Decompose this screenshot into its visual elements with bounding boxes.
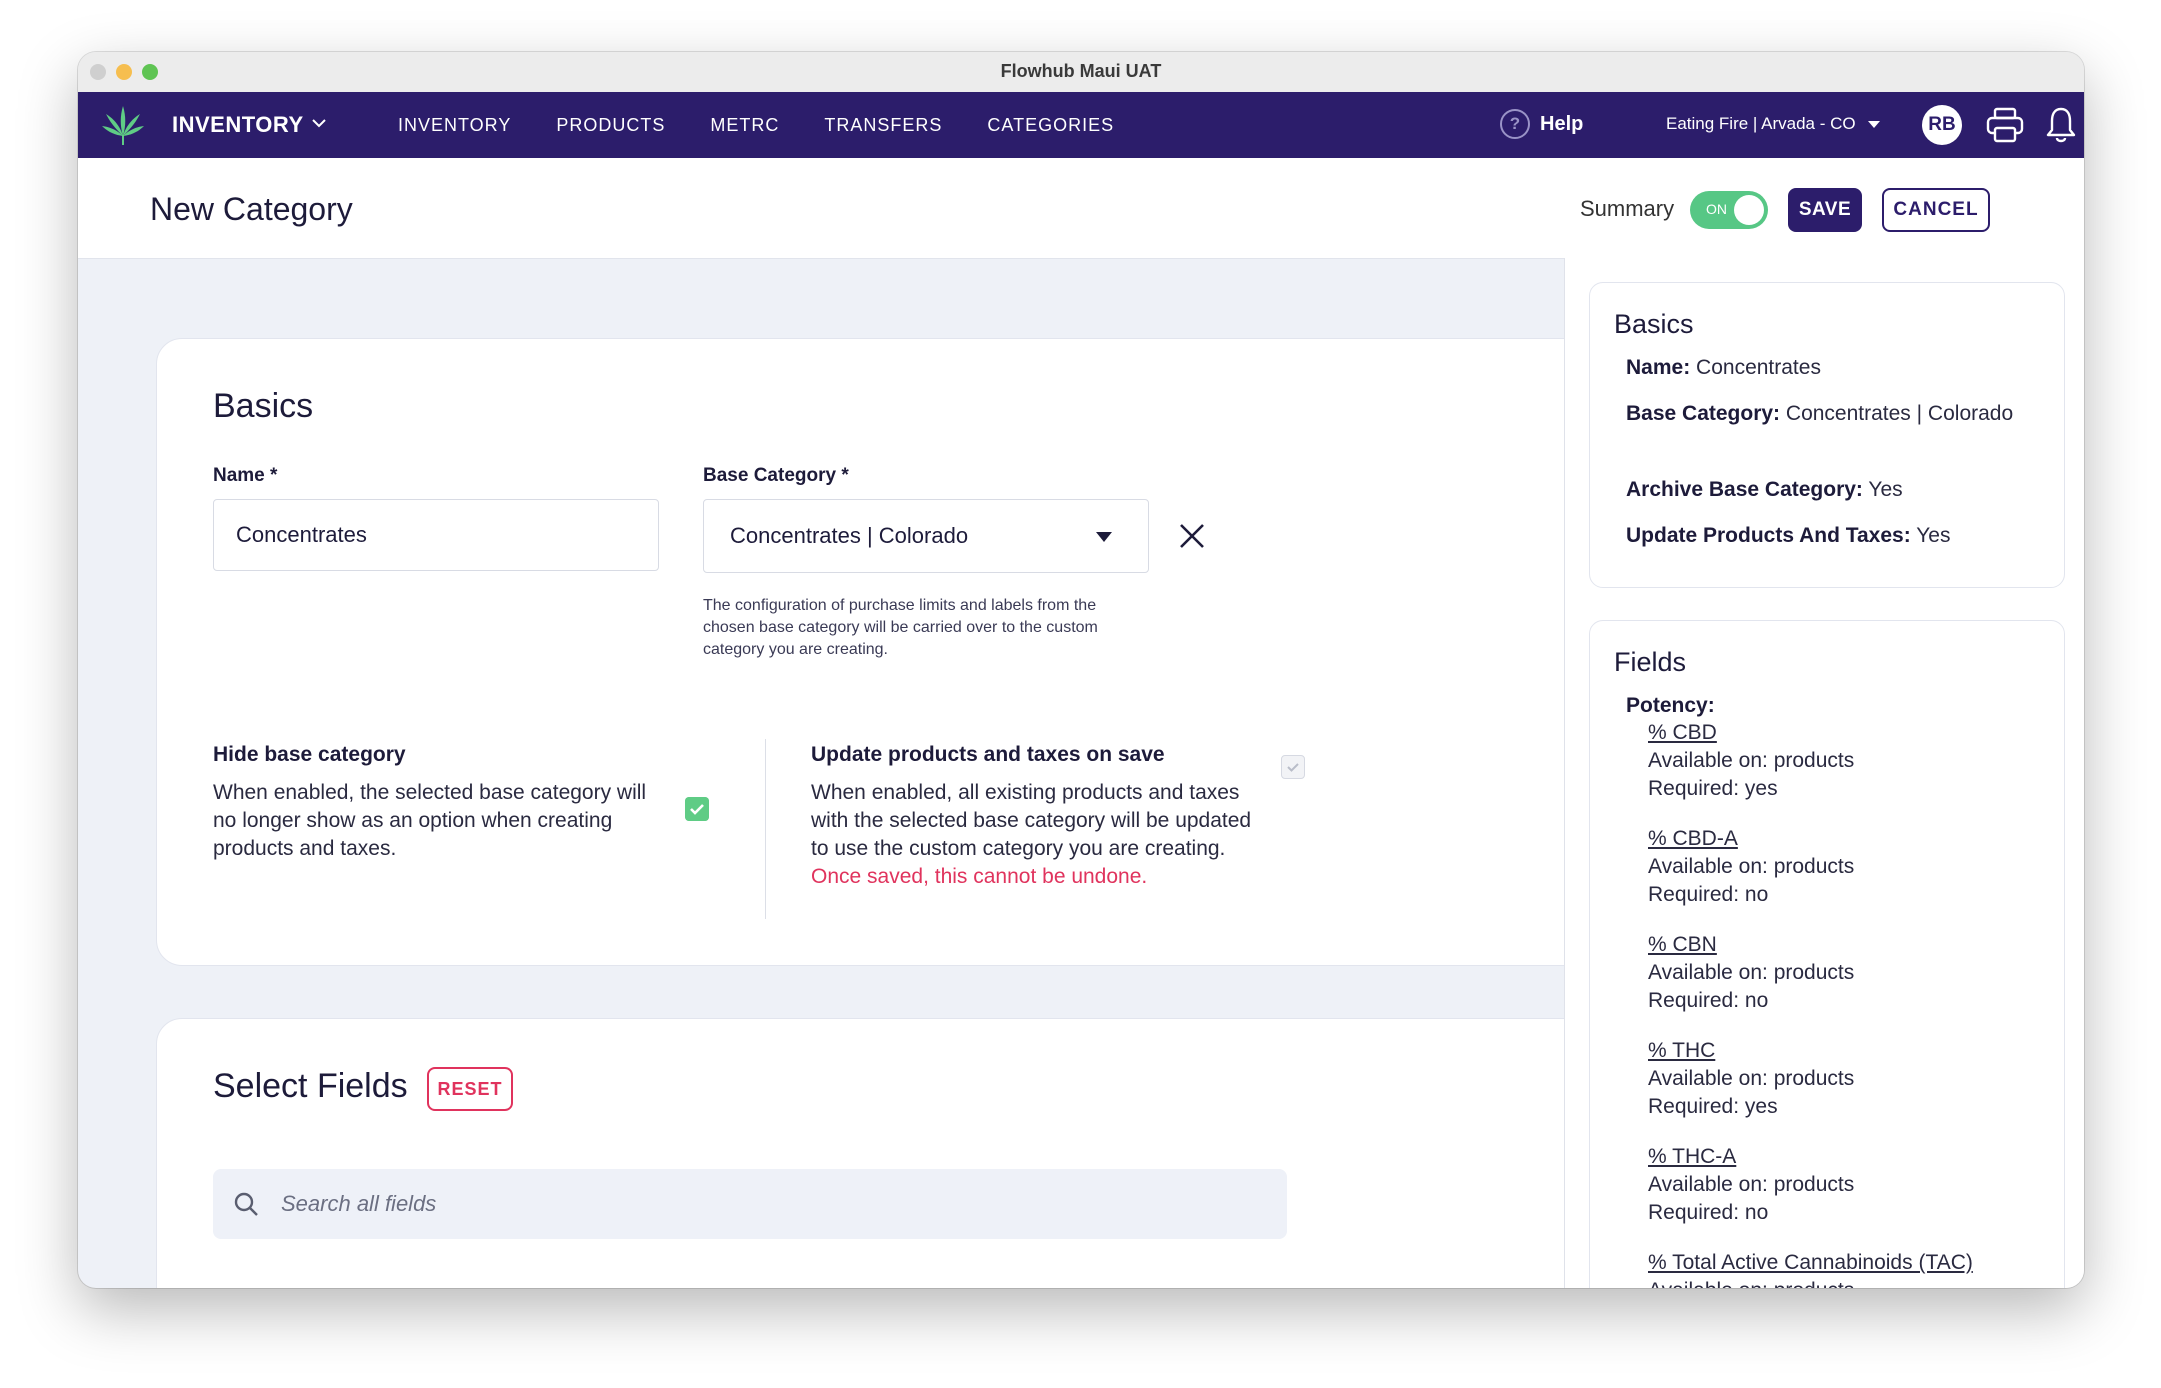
options-divider: [765, 739, 766, 919]
page-title: New Category: [150, 191, 353, 227]
top-nav: INVENTORY INVENTORY PRODUCTS METRC TRANS…: [78, 92, 2084, 158]
name-input-value: Concentrates: [236, 522, 367, 547]
app-window: Flowhub Maui UAT INVENTORY INVENTORY PRO…: [78, 52, 2084, 1288]
chevron-down-icon[interactable]: [308, 112, 330, 134]
field-link-cbd[interactable]: % CBD: [1648, 721, 1717, 745]
summary-row-key: Archive Base Category:: [1626, 478, 1863, 501]
summary-row: Base Category: Concentrates | Colorado: [1626, 399, 2046, 428]
page-header: New Category Summary ON SAVE CANCEL: [78, 158, 2084, 259]
hide-base-category-text: When enabled, the selected base category…: [213, 781, 647, 860]
main-content[interactable]: Basics Name * Concentrates Base Category…: [78, 258, 1564, 1288]
help-button[interactable]: ? Help: [1500, 109, 1583, 139]
summary-row-key: Base Category:: [1626, 402, 1781, 425]
summary-label: Summary: [1580, 196, 1675, 221]
field-required: Required: yes: [1648, 777, 1778, 800]
caret-down-icon: [1867, 120, 1880, 128]
search-icon: [234, 1192, 258, 1216]
store-selector[interactable]: Eating Fire | Arvada - CO: [1666, 114, 1880, 134]
reset-button[interactable]: RESET: [427, 1067, 513, 1111]
summary-row-value: Concentrates | Colorado: [1785, 402, 2014, 425]
toggle-state-label: ON: [1706, 201, 1727, 217]
search-placeholder: Search all fields: [281, 1191, 437, 1216]
field-link-cbd-a[interactable]: % CBD-A: [1648, 827, 1738, 851]
title-bar: Flowhub Maui UAT: [78, 52, 2084, 93]
avatar[interactable]: RB: [1922, 105, 1962, 145]
window-title: Flowhub Maui UAT: [1000, 61, 1162, 81]
printer-icon[interactable]: [1986, 107, 2024, 143]
basics-heading: Basics: [213, 387, 314, 425]
summary-basics-heading: Basics: [1614, 309, 1694, 339]
hide-base-category-checkbox[interactable]: [685, 797, 709, 821]
summary-row-value: Concentrates: [1696, 356, 1821, 379]
field-available: Available on: products: [1648, 1279, 1854, 1288]
help-label: Help: [1540, 112, 1584, 135]
update-products-description: When enabled, all existing products and …: [811, 781, 1252, 860]
field-required: Required: yes: [1648, 1095, 1778, 1118]
field-link-cbn[interactable]: % CBN: [1648, 933, 1717, 957]
nav-link-categories[interactable]: CATEGORIES: [987, 115, 1114, 136]
nav-links: INVENTORY PRODUCTS METRC TRANSFERS CATEG…: [398, 115, 1114, 136]
summary-row: Name: Concentrates: [1626, 353, 2046, 382]
select-fields-card: Select Fields RESET Search all fields: [156, 1018, 1564, 1288]
name-label: Name *: [213, 465, 278, 486]
name-input[interactable]: Concentrates: [213, 499, 659, 571]
summary-row: Archive Base Category: Yes: [1626, 475, 2046, 504]
update-products-checkbox[interactable]: [1281, 755, 1305, 779]
field-required: Required: no: [1648, 883, 1769, 906]
potency-group-title: Potency:: [1626, 694, 1715, 717]
field-required: Required: no: [1648, 1201, 1769, 1224]
hide-base-category-title: Hide base category: [213, 743, 406, 766]
clear-selection-icon[interactable]: [1177, 521, 1207, 551]
nav-link-metrc[interactable]: METRC: [710, 115, 779, 136]
base-category-label: Base Category *: [703, 465, 849, 486]
summary-row-key: Name:: [1626, 356, 1691, 379]
summary-fields-heading: Fields: [1614, 647, 1687, 677]
field-link-thc[interactable]: % THC: [1648, 1039, 1715, 1063]
field-link-thc-a[interactable]: % THC-A: [1648, 1145, 1736, 1169]
summary-toggle[interactable]: ON: [1690, 191, 1768, 229]
basics-card: Basics Name * Concentrates Base Category…: [156, 338, 1564, 966]
save-button[interactable]: SAVE: [1788, 188, 1862, 232]
nav-link-products[interactable]: PRODUCTS: [556, 115, 665, 136]
field-required: Required: no: [1648, 989, 1769, 1012]
base-category-value: Concentrates | Colorado: [730, 523, 969, 548]
base-category-select[interactable]: Concentrates | Colorado: [703, 499, 1149, 573]
summary-row-value: Yes: [1868, 478, 1903, 501]
toggle-knob: [1734, 195, 1764, 225]
field-available: Available on: products: [1648, 961, 1855, 984]
field-link-tac[interactable]: % Total Active Cannabinoids (TAC): [1648, 1251, 1973, 1275]
field-available: Available on: products: [1648, 749, 1855, 772]
cancel-button[interactable]: CANCEL: [1882, 188, 1990, 232]
summary-row-value: Yes: [1916, 524, 1951, 547]
app-switcher-label[interactable]: INVENTORY: [172, 112, 304, 138]
dropdown-caret-icon: [1096, 532, 1112, 542]
nav-link-inventory[interactable]: INVENTORY: [398, 115, 511, 136]
field-available: Available on: products: [1648, 1173, 1855, 1196]
update-products-warning: Once saved, this cannot be undone.: [811, 865, 1148, 888]
summary-row: Update Products And Taxes: Yes: [1626, 521, 2046, 550]
potency-group-label: Potency:: [1626, 691, 2046, 720]
base-category-hint: The configuration of purchase limits and…: [703, 597, 1098, 658]
summary-basics-card: Basics Name: Concentrates Base Category:…: [1589, 282, 2065, 588]
select-fields-heading: Select Fields: [213, 1067, 408, 1105]
question-mark-icon: ?: [1500, 109, 1530, 139]
summary-fields-card: Fields Potency: % CBD Available on: prod…: [1589, 620, 2065, 1288]
summary-panel[interactable]: Basics Name: Concentrates Base Category:…: [1564, 258, 2084, 1288]
bell-icon[interactable]: [2046, 105, 2076, 145]
store-label: Eating Fire | Arvada - CO: [1666, 114, 1856, 133]
summary-row-key: Update Products And Taxes:: [1626, 524, 1911, 547]
search-fields-input[interactable]: Search all fields: [213, 1169, 1287, 1239]
field-available: Available on: products: [1648, 855, 1855, 878]
field-available: Available on: products: [1648, 1067, 1855, 1090]
update-products-title: Update products and taxes on save: [811, 743, 1165, 766]
nav-link-transfers[interactable]: TRANSFERS: [824, 115, 942, 136]
cannabis-leaf-logo-icon[interactable]: [100, 102, 146, 148]
update-products-text: When enabled, all existing products and …: [811, 779, 1261, 891]
